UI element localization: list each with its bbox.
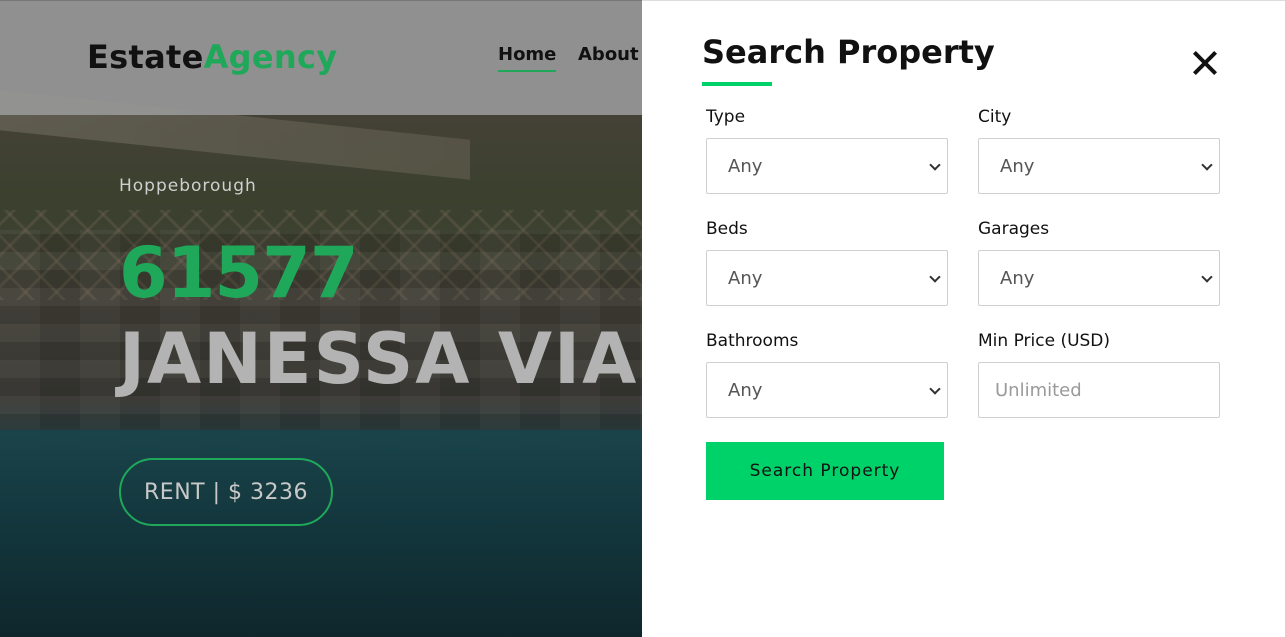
garages-select[interactable]: Any [978,250,1220,306]
beds-select[interactable]: Any [706,250,948,306]
hero-street-number: 61577 [119,232,359,314]
bathrooms-select[interactable]: Any [706,362,948,418]
hero-city: Hoppeborough [119,176,257,196]
chevron-down-icon [1201,159,1213,171]
beds-select-value: Any [728,267,763,289]
beds-label: Beds [706,219,748,239]
min-price-input[interactable]: Unlimited [978,362,1220,418]
city-select-value: Any [1000,155,1035,177]
brand-logo[interactable]: EstateAgency [87,38,337,76]
city-label: City [978,107,1012,127]
chevron-down-icon [929,271,941,283]
navbar: EstateAgency Home About [0,0,642,115]
nav-link-about[interactable]: About [578,44,639,65]
chevron-down-icon [929,159,941,171]
type-label: Type [706,107,746,127]
hero-street-name: JANESSA VIA [119,318,639,400]
search-property-button[interactable]: Search Property [706,442,944,500]
type-select-value: Any [728,155,763,177]
min-price-placeholder: Unlimited [995,379,1082,401]
bathrooms-select-value: Any [728,379,763,401]
nav-link-home[interactable]: Home [498,44,557,72]
close-icon[interactable] [1190,48,1220,78]
panel-title: Search Property [702,33,995,71]
garages-select-value: Any [1000,267,1035,289]
rent-price-button[interactable]: RENT | $ 3236 [119,458,333,526]
chevron-down-icon [1201,271,1213,283]
garages-label: Garages [978,219,1050,239]
min-price-label: Min Price (USD) [978,331,1111,351]
chevron-down-icon [929,383,941,395]
brand-part-estate: Estate [87,38,204,76]
title-underline [702,82,772,86]
brand-part-agency: Agency [203,38,338,76]
type-select[interactable]: Any [706,138,948,194]
bathrooms-label: Bathrooms [706,331,799,351]
search-panel: Search Property Type Any City Any Beds A… [642,0,1285,637]
city-select[interactable]: Any [978,138,1220,194]
